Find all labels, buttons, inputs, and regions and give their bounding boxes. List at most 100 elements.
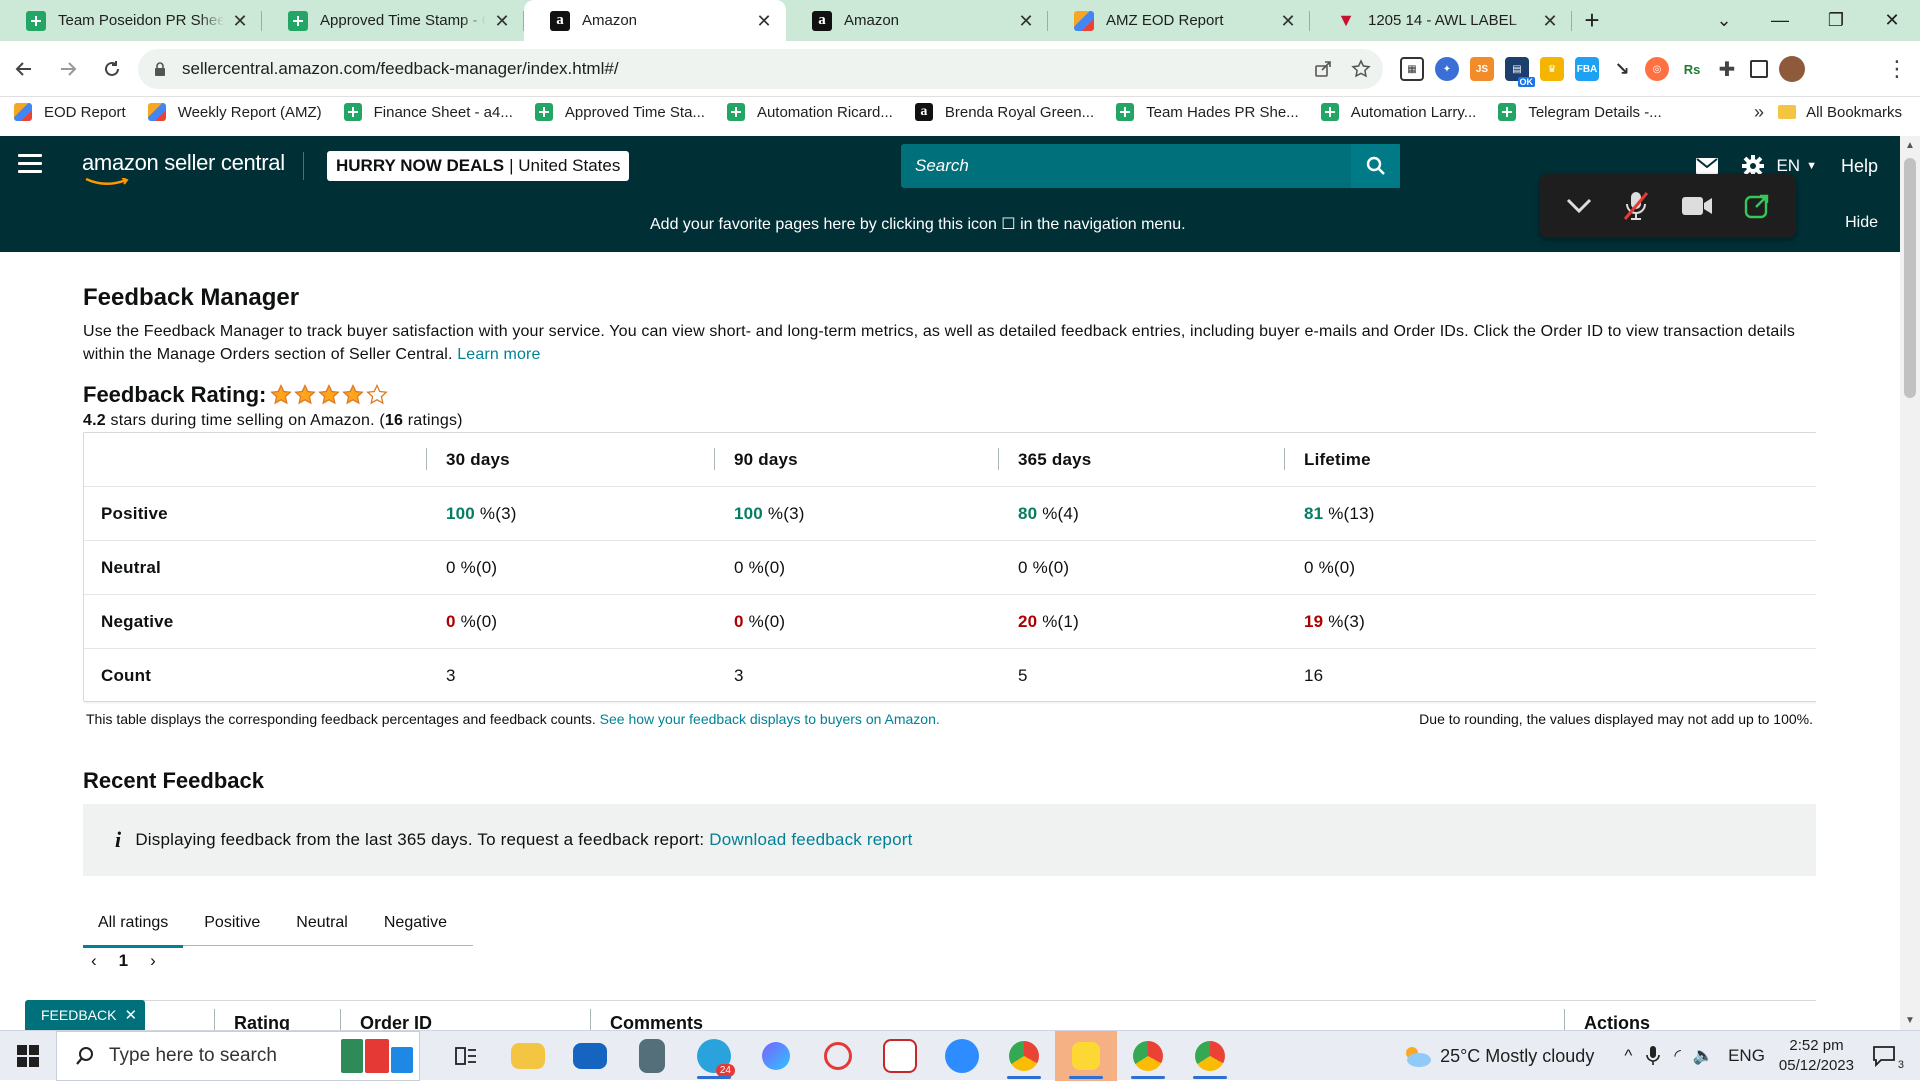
browser-tab[interactable]: Approved Time Stamp - G ✕ xyxy=(262,0,524,41)
side-panel-icon[interactable] xyxy=(1750,60,1768,78)
search-input[interactable] xyxy=(915,156,1355,176)
hamburger-menu-icon[interactable] xyxy=(18,154,42,174)
feedback-widget-button[interactable]: FEEDBACK ✕ xyxy=(25,1000,146,1030)
all-bookmarks-button[interactable]: All Bookmarks xyxy=(1778,97,1902,127)
mail-app-button[interactable] xyxy=(559,1031,621,1081)
bookmarks-overflow-button[interactable]: » xyxy=(1754,97,1764,127)
js-extension-icon[interactable]: JS xyxy=(1470,57,1494,81)
ok-extension-icon[interactable]: ▤ OK xyxy=(1505,57,1535,87)
bookmark-item[interactable]: Automation Larry... xyxy=(1320,103,1476,121)
speaker-icon[interactable]: 🔈 xyxy=(1693,1046,1714,1066)
chrome-profile-button[interactable] xyxy=(1117,1031,1179,1081)
puzzle-extensions-icon[interactable]: ✚ xyxy=(1715,57,1739,81)
scrollbar-thumb[interactable] xyxy=(1904,158,1916,398)
close-tab-icon[interactable]: ✕ xyxy=(492,11,512,31)
download-report-link[interactable]: Download feedback report xyxy=(709,830,912,850)
bookmark-star-icon[interactable] xyxy=(1351,59,1371,79)
qr-extension-icon[interactable]: ▦ xyxy=(1400,57,1424,81)
reload-button[interactable] xyxy=(92,49,132,89)
browser-tab[interactable]: ▼ 1205 14 - AWL LABEL ✕ xyxy=(1310,0,1572,41)
address-bar[interactable]: sellercentral.amazon.com/feedback-manage… xyxy=(138,49,1383,89)
hide-banner-link[interactable]: Hide xyxy=(1845,214,1878,232)
windows-start-button[interactable] xyxy=(0,1031,56,1081)
filter-tab[interactable]: Positive xyxy=(189,900,275,946)
filter-tab[interactable]: Negative xyxy=(369,900,462,946)
profile-avatar[interactable] xyxy=(1779,56,1805,82)
blue-extension-icon[interactable]: ✦ xyxy=(1435,57,1459,81)
activity-app-button[interactable] xyxy=(869,1031,931,1081)
share-icon[interactable] xyxy=(1313,59,1333,79)
browser-menu-button[interactable]: ⋮ xyxy=(1884,49,1910,89)
chevron-left-icon[interactable]: ‹ xyxy=(91,951,97,971)
gift-boxes-icon[interactable] xyxy=(341,1039,413,1073)
current-page[interactable]: 1 xyxy=(119,951,128,971)
col-header-order-id[interactable]: Order ID xyxy=(360,1013,432,1030)
search-button[interactable] xyxy=(1351,144,1400,188)
help-link[interactable]: Help xyxy=(1841,156,1878,177)
zoom-button[interactable] xyxy=(931,1031,993,1081)
bookmark-item[interactable]: EOD Report xyxy=(14,103,126,121)
close-tab-icon[interactable]: ✕ xyxy=(230,11,250,31)
browser-tab[interactable]: AMZ EOD Report ✕ xyxy=(1048,0,1310,41)
microphone-muted-icon[interactable] xyxy=(1623,191,1649,221)
network-icon[interactable]: ◜ xyxy=(1674,1046,1681,1066)
bookmark-item[interactable]: Telegram Details -... xyxy=(1498,103,1662,121)
learn-more-link[interactable]: Learn more xyxy=(457,346,540,363)
honey-extension-icon[interactable]: ♛ xyxy=(1540,57,1564,81)
minimize-button[interactable]: — xyxy=(1752,10,1808,31)
store-switcher[interactable]: HURRY NOW DEALS | United States xyxy=(327,151,630,181)
snipping-tool-button[interactable] xyxy=(807,1031,869,1081)
rs-extension-icon[interactable]: Rs xyxy=(1680,57,1704,81)
clock[interactable]: 2:52 pm 05/12/2023 xyxy=(1779,1036,1854,1076)
scroll-down-arrow-icon[interactable]: ▼ xyxy=(1905,1015,1915,1026)
close-tab-icon[interactable]: ✕ xyxy=(1016,11,1036,31)
scroll-up-arrow-icon[interactable]: ▲ xyxy=(1905,140,1915,151)
share-screen-icon[interactable] xyxy=(1744,193,1770,219)
fba-extension-icon[interactable]: FBA xyxy=(1575,57,1599,81)
bookmark-item[interactable]: Finance Sheet - a4... xyxy=(343,103,513,121)
close-tab-icon[interactable]: ✕ xyxy=(1540,11,1560,31)
new-tab-button[interactable]: + xyxy=(1572,0,1612,41)
taskbar-search-input[interactable] xyxy=(109,1045,329,1067)
back-button[interactable] xyxy=(4,49,44,89)
maximize-button[interactable]: ❐ xyxy=(1808,10,1864,31)
tab-search-icon[interactable]: ⌄ xyxy=(1696,10,1752,31)
bookmark-item[interactable]: Approved Time Sta... xyxy=(534,103,705,121)
language-indicator[interactable]: ENG xyxy=(1728,1046,1765,1066)
language-selector[interactable]: EN ▼ xyxy=(1776,156,1817,176)
chevron-down-icon[interactable] xyxy=(1566,198,1592,214)
taskbar-search[interactable] xyxy=(56,1031,420,1081)
chrome-profile-2-button[interactable] xyxy=(1179,1031,1241,1081)
chrome-button[interactable] xyxy=(993,1031,1055,1081)
close-window-button[interactable]: ✕ xyxy=(1864,10,1920,31)
browser-tab[interactable]: a Amazon ✕ xyxy=(786,0,1048,41)
bookmark-item[interactable]: Automation Ricard... xyxy=(726,103,893,121)
mail-icon[interactable] xyxy=(1696,158,1719,174)
notifications-button[interactable]: 3 xyxy=(1872,1045,1912,1071)
col-header-rating[interactable]: Rating xyxy=(234,1013,290,1030)
task-view-button[interactable] xyxy=(435,1031,497,1081)
telegram-button[interactable]: 24 xyxy=(683,1031,745,1081)
chevron-right-icon[interactable]: › xyxy=(150,951,156,971)
close-tab-icon[interactable]: ✕ xyxy=(1278,11,1298,31)
camera-icon[interactable] xyxy=(1681,195,1713,217)
col-header-comments[interactable]: Comments xyxy=(610,1013,703,1030)
orange-extension-icon[interactable]: ◎ xyxy=(1645,57,1669,81)
cursor-extension-icon[interactable]: ↘ xyxy=(1610,57,1634,81)
sticky-notes-button[interactable] xyxy=(1055,1031,1117,1081)
filter-tab[interactable]: Neutral xyxy=(281,900,363,946)
seller-central-logo[interactable]: amazon seller central xyxy=(82,150,285,185)
close-icon[interactable]: ✕ xyxy=(124,1006,137,1024)
browser-tab[interactable]: Team Poseidon PR Sheet - ✕ xyxy=(0,0,262,41)
bookmark-item[interactable]: a Brenda Royal Green... xyxy=(914,103,1094,121)
browser-tab[interactable]: a Amazon ✕ xyxy=(524,0,786,41)
chevron-up-icon[interactable]: ^ xyxy=(1624,1046,1632,1066)
weather-widget[interactable]: 25°C Mostly cloudy xyxy=(1402,1045,1594,1067)
calculator-button[interactable] xyxy=(621,1031,683,1081)
close-tab-icon[interactable]: ✕ xyxy=(754,11,774,31)
copilot-button[interactable] xyxy=(745,1031,807,1081)
bookmark-item[interactable]: Weekly Report (AMZ) xyxy=(147,103,322,121)
page-scrollbar[interactable]: ▲ ▼ xyxy=(1900,136,1920,1030)
buyer-view-link[interactable]: See how your feedback displays to buyers… xyxy=(600,711,940,727)
bookmark-item[interactable]: Team Hades PR She... xyxy=(1116,103,1299,121)
